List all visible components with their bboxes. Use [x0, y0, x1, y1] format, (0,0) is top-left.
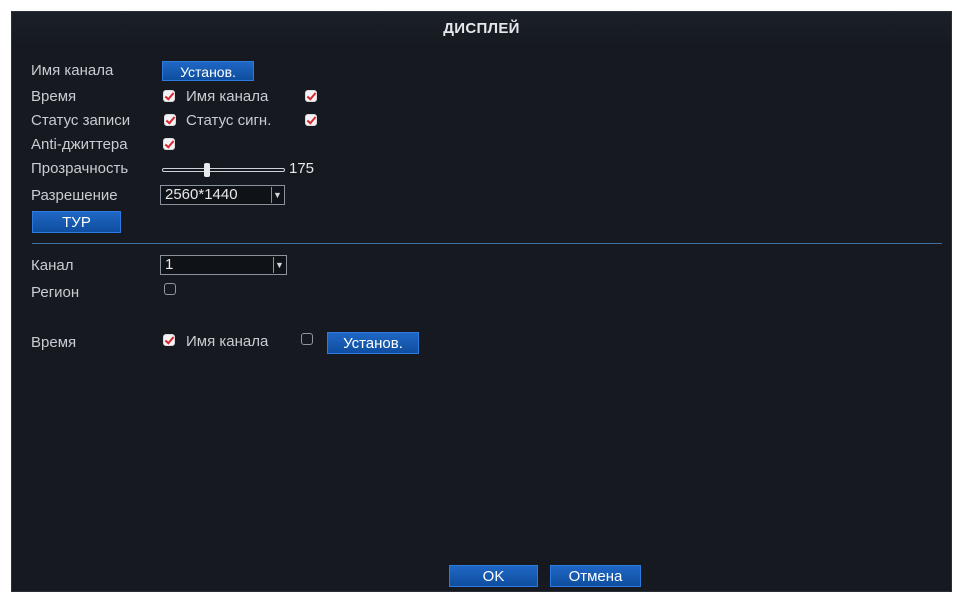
record-status-label: Статус записи — [31, 112, 131, 129]
transparency-value: 175 — [289, 160, 315, 177]
channel-label: Канал — [31, 257, 74, 274]
dialog-title: ДИСПЛЕЙ — [443, 20, 520, 37]
channel-name-label: Имя канала — [31, 62, 114, 79]
region-checkbox[interactable] — [164, 283, 176, 295]
time-label: Время — [31, 88, 77, 105]
resolution-value: 2560*1440 — [165, 186, 238, 203]
osd-time-checkbox[interactable] — [163, 334, 175, 346]
channel-value: 1 — [165, 256, 174, 273]
resolution-label: Разрешение — [31, 187, 118, 204]
tour-button[interactable]: ТУР — [32, 211, 121, 233]
cancel-button[interactable]: Отмена — [550, 565, 641, 587]
chevron-down-icon: ▼ — [271, 187, 283, 203]
record-status-checkbox[interactable] — [164, 114, 176, 126]
region-label: Регион — [31, 284, 80, 301]
channel-name-set-button[interactable]: Установ. — [162, 61, 254, 81]
signal-status-label: Статус сигн. — [186, 112, 272, 129]
osd-set-button[interactable]: Установ. — [327, 332, 419, 354]
chevron-down-icon: ▼ — [273, 257, 285, 273]
osd-channel-name-label: Имя канала — [186, 333, 269, 350]
osd-time-label: Время — [31, 334, 77, 351]
section-divider — [32, 243, 942, 244]
signal-status-checkbox[interactable] — [305, 114, 317, 126]
channel-select[interactable]: 1 ▼ — [160, 255, 287, 275]
time-channel-name-label: Имя канала — [186, 88, 269, 105]
transparency-label: Прозрачность — [31, 160, 129, 177]
osd-channel-name-checkbox[interactable] — [301, 333, 313, 345]
slider-thumb[interactable] — [204, 163, 210, 177]
channel-name-checkbox[interactable] — [305, 90, 317, 102]
anti-jitter-checkbox[interactable] — [163, 138, 175, 150]
resolution-select[interactable]: 2560*1440 ▼ — [160, 185, 285, 205]
display-settings-dialog: ДИСПЛЕЙ Имя канала Установ. Время Имя ка… — [11, 11, 952, 592]
anti-jitter-label: Anti-джиттера — [31, 136, 128, 153]
title-bar: ДИСПЛЕЙ — [12, 12, 951, 44]
slider-track — [162, 168, 285, 172]
time-checkbox[interactable] — [163, 90, 175, 102]
transparency-slider[interactable] — [162, 163, 285, 177]
ok-button[interactable]: OK — [449, 565, 538, 587]
